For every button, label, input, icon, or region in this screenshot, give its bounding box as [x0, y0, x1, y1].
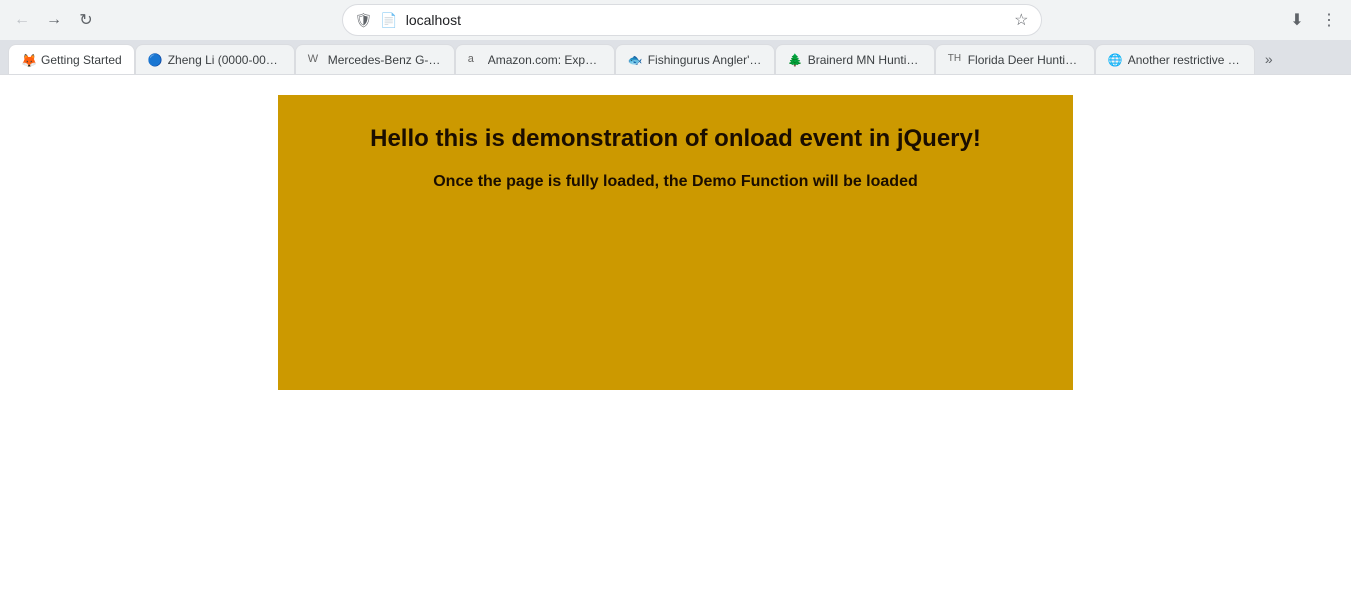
tab-zheng-li[interactable]: 🔵 Zheng Li (0000-0002-3...	[135, 44, 295, 74]
menu-button[interactable]: ⋮	[1315, 6, 1343, 34]
nav-buttons: ← → ↻	[8, 6, 100, 34]
topbar-right-icons: ⬇ ⋮	[1283, 6, 1343, 34]
tab-label-zheng-li: Zheng Li (0000-0002-3...	[168, 53, 282, 67]
tab-favicon-getting-started: 🦊	[21, 53, 35, 67]
browser-chrome: ← → ↻ 🛡 📄 localhost ☆ ⬇ ⋮ 🦊 Getting Star…	[0, 0, 1351, 75]
tab-favicon-brainerd: 🌲	[788, 53, 802, 67]
tab-favicon-amazon: a	[468, 53, 482, 67]
back-button[interactable]: ←	[8, 6, 36, 34]
security-icon: 🛡	[355, 12, 373, 29]
tab-favicon-florida: TH	[948, 53, 962, 67]
tab-favicon-zheng-li: 🔵	[148, 53, 162, 67]
tab-label-mercedes: Mercedes-Benz G-Clas...	[328, 53, 442, 67]
tab-favicon-another: 🌐	[1108, 53, 1122, 67]
reload-button[interactable]: ↻	[72, 6, 100, 34]
url-text: localhost	[406, 12, 1006, 28]
download-button[interactable]: ⬇	[1283, 6, 1311, 34]
tab-label-another: Another restrictive dee...	[1128, 53, 1242, 67]
address-bar[interactable]: 🛡 📄 localhost ☆	[342, 4, 1042, 36]
tabs-bar: 🦊 Getting Started 🔵 Zheng Li (0000-0002-…	[0, 40, 1351, 74]
tab-another[interactable]: 🌐 Another restrictive dee...	[1095, 44, 1255, 74]
tab-getting-started[interactable]: 🦊 Getting Started	[8, 44, 135, 74]
tab-fishingurus[interactable]: 🐟 Fishingurus Angler's l...	[615, 44, 775, 74]
page-icon: 📄	[380, 12, 397, 29]
tab-amazon[interactable]: a Amazon.com: ExpertP...	[455, 44, 615, 74]
tab-label-brainerd: Brainerd MN Hunting ...	[808, 53, 922, 67]
page-content: Hello this is demonstration of onload ev…	[0, 75, 1351, 611]
tab-favicon-mercedes: W	[308, 53, 322, 67]
tab-label-florida: Florida Deer Hunting S...	[968, 53, 1082, 67]
demo-title: Hello this is demonstration of onload ev…	[370, 125, 981, 153]
star-icon[interactable]: ☆	[1014, 10, 1028, 30]
tab-label-amazon: Amazon.com: ExpertP...	[488, 53, 602, 67]
tab-favicon-fishingurus: 🐟	[628, 53, 642, 67]
forward-button[interactable]: →	[40, 6, 68, 34]
tab-brainerd[interactable]: 🌲 Brainerd MN Hunting ...	[775, 44, 935, 74]
browser-topbar: ← → ↻ 🛡 📄 localhost ☆ ⬇ ⋮	[0, 0, 1351, 40]
tab-mercedes[interactable]: W Mercedes-Benz G-Clas...	[295, 44, 455, 74]
more-tabs-button[interactable]: »	[1255, 44, 1283, 74]
tab-florida[interactable]: TH Florida Deer Hunting S...	[935, 44, 1095, 74]
address-right-icons: ☆	[1014, 10, 1028, 30]
demo-box: Hello this is demonstration of onload ev…	[278, 95, 1073, 390]
tab-label-getting-started: Getting Started	[41, 53, 122, 67]
tab-label-fishingurus: Fishingurus Angler's l...	[648, 53, 762, 67]
demo-subtitle: Once the page is fully loaded, the Demo …	[433, 173, 918, 191]
